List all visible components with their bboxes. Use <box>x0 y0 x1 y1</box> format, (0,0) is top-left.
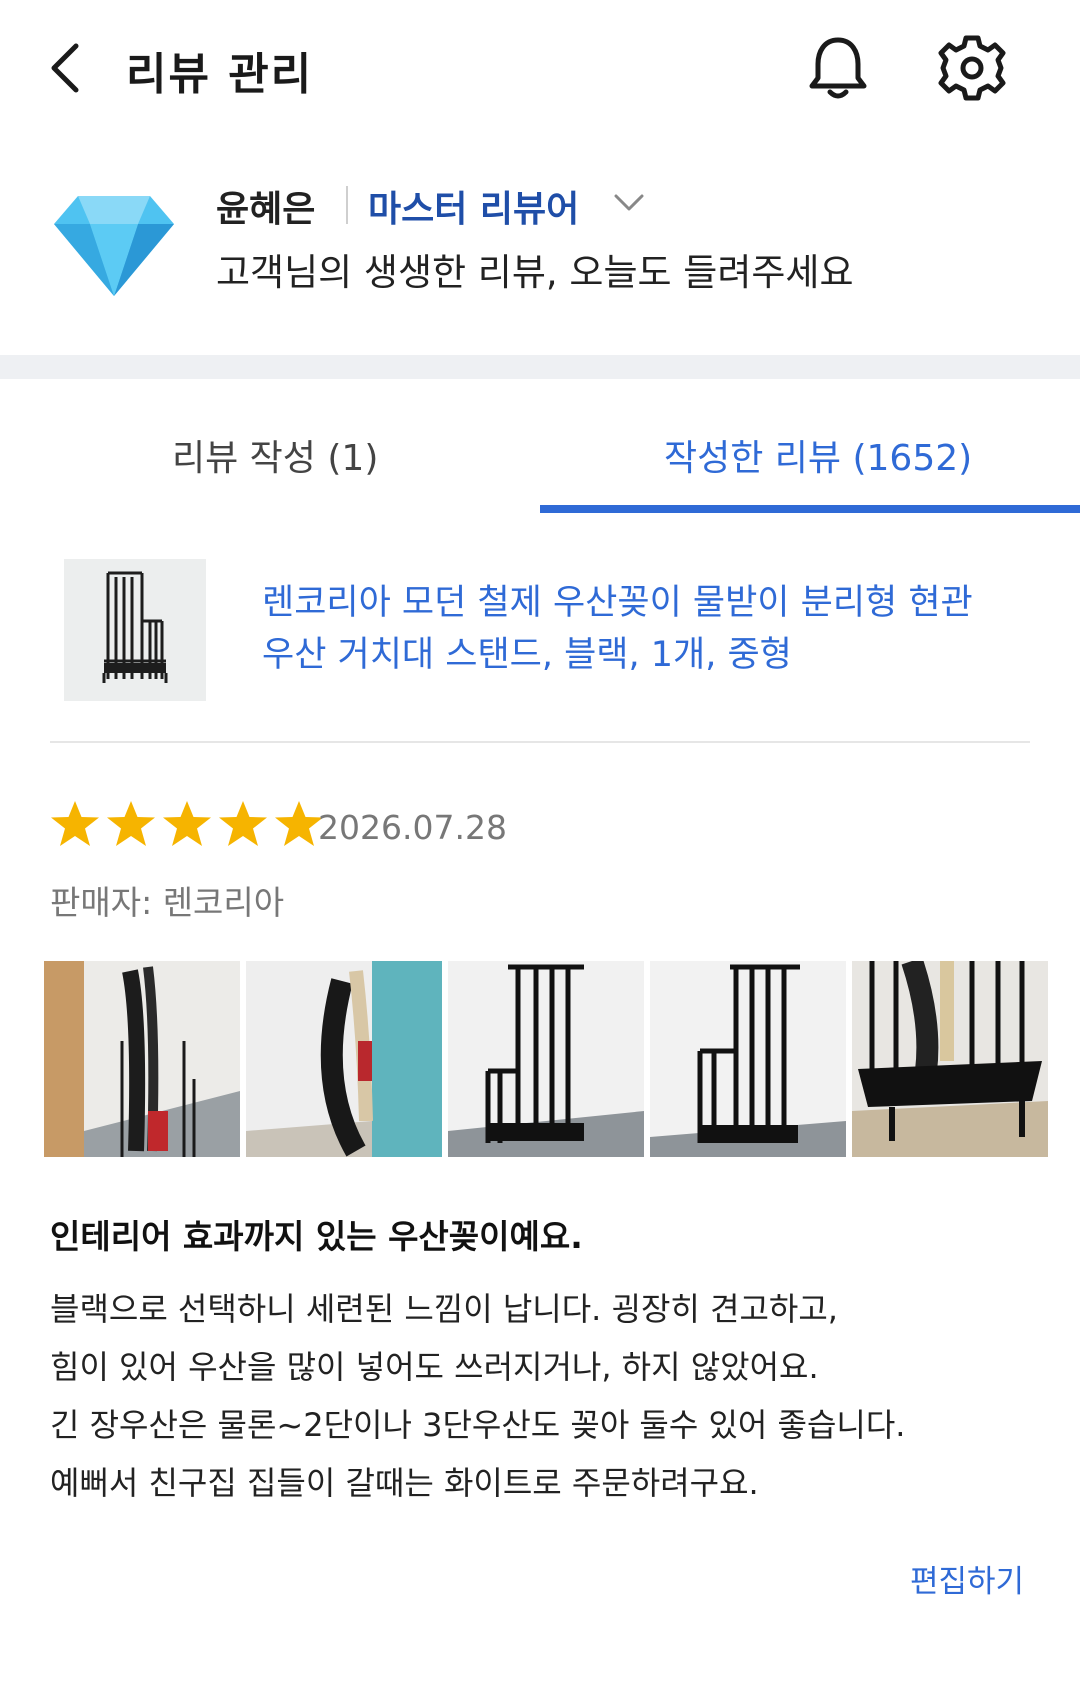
chevron-down-icon[interactable] <box>612 190 646 214</box>
review-photo[interactable] <box>650 961 846 1157</box>
review-body: 블랙으로 선택하니 세련된 느낌이 납니다. 굉장히 견고하고, 힘이 있어 우… <box>50 1280 1040 1512</box>
tab-written-reviews[interactable]: 작성한 리뷰 (1652) <box>664 429 972 481</box>
product-name[interactable]: 렌코리아 모던 철제 우산꽂이 물받이 분리형 현관 우산 거치대 스탠드, 블… <box>262 577 1022 681</box>
bell-icon <box>809 37 867 99</box>
review-title: 인테리어 효과까지 있는 우산꽂이예요. <box>50 1217 583 1256</box>
greeting-text: 고객님의 생생한 리뷰, 오늘도 들려주세요 <box>216 251 854 294</box>
page-title: 리뷰 관리 <box>126 49 314 100</box>
review-date: 2026.07.28 <box>318 808 507 847</box>
profile-section: 윤혜은 마스터 리뷰어 고객님의 생생한 리뷰, 오늘도 들려주세요 <box>0 150 1080 350</box>
gear-icon <box>938 35 1006 101</box>
edit-review-button[interactable]: 편집하기 <box>910 1556 1024 1601</box>
active-tab-indicator <box>540 505 1080 513</box>
review-body-line: 예뻐서 친구집 집들이 갈때는 화이트로 주문하려구요. <box>50 1464 759 1502</box>
product-item[interactable]: 렌코리아 모던 철제 우산꽂이 물받이 분리형 현관 우산 거치대 스탠드, 블… <box>0 555 1080 705</box>
tab-bar: 리뷰 작성 (1) 작성한 리뷰 (1652) <box>0 379 1080 513</box>
section-divider <box>0 355 1080 379</box>
chevron-left-icon <box>51 43 79 93</box>
product-name-line: 우산 거치대 스탠드, 블랙, 1개, 중형 <box>262 635 792 675</box>
user-name: 윤혜은 <box>216 189 316 230</box>
divider-line <box>50 741 1030 743</box>
back-button[interactable] <box>44 36 92 100</box>
review-body-line: 블랙으로 선택하니 세련된 느낌이 납니다. 굉장히 견고하고, <box>50 1290 838 1328</box>
review-photo[interactable] <box>246 961 442 1157</box>
tab-write-review[interactable]: 리뷰 작성 (1) <box>172 429 378 481</box>
review-body-line: 긴 장우산은 물론~2단이나 3단우산도 꽂아 둘수 있어 좋습니다. <box>50 1406 906 1444</box>
app-header: 리뷰 관리 <box>0 0 1080 140</box>
star-icon <box>219 801 268 846</box>
reviewer-grade[interactable]: 마스터 리뷰어 <box>368 180 579 232</box>
review-photos <box>44 961 1050 1157</box>
review-photo[interactable] <box>44 961 240 1157</box>
review-body-line: 힘이 있어 우산을 많이 넣어도 쓰러지거나, 하지 않았어요. <box>50 1348 819 1386</box>
star-icon <box>163 801 212 846</box>
star-icon <box>107 801 156 846</box>
star-icon <box>275 801 324 846</box>
divider <box>346 186 348 224</box>
settings-button[interactable] <box>934 30 1010 106</box>
star-rating <box>50 800 325 856</box>
product-name-line: 렌코리아 모던 철제 우산꽂이 물받이 분리형 현관 <box>262 583 973 623</box>
product-thumbnail[interactable] <box>64 559 206 701</box>
notification-button[interactable] <box>800 30 876 106</box>
review-photo[interactable] <box>852 961 1048 1157</box>
diamond-icon <box>54 196 174 296</box>
review-photo[interactable] <box>448 961 644 1157</box>
star-icon <box>51 801 99 846</box>
seller-name: 판매자: 렌코리아 <box>50 883 285 922</box>
